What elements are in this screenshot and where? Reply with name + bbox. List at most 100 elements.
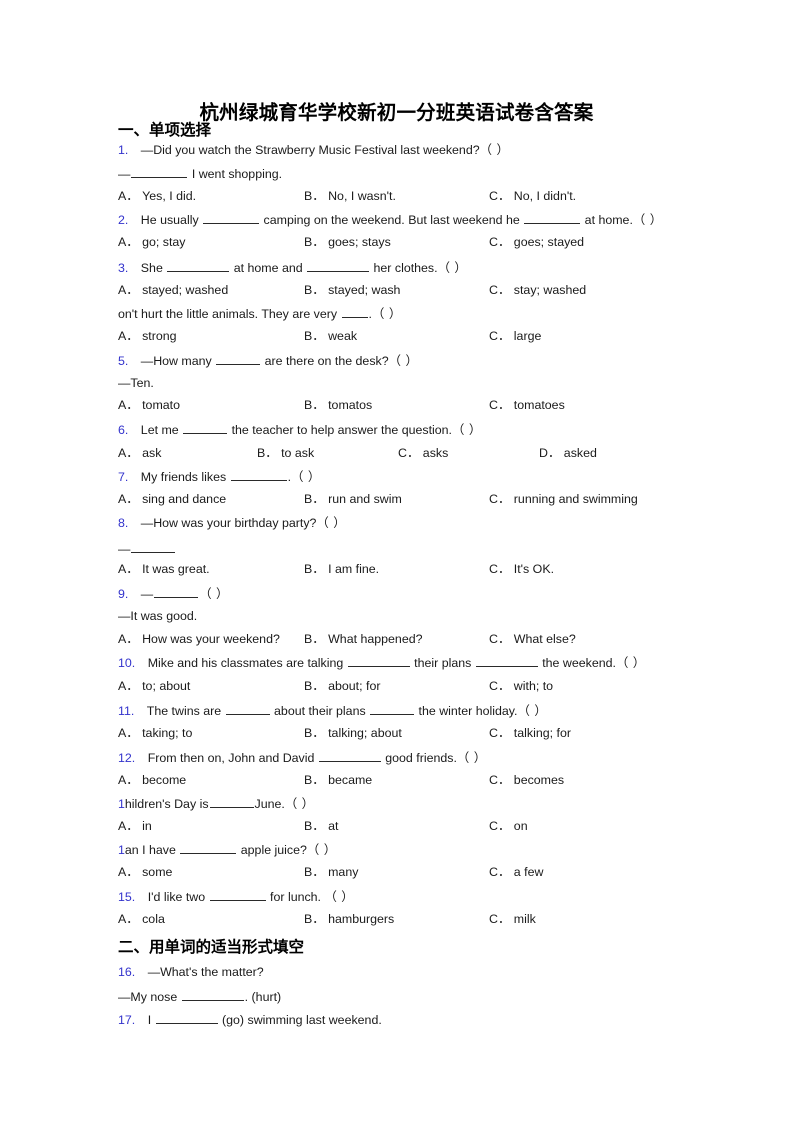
option-8-b[interactable]: B． I am fine.	[304, 562, 379, 576]
question-stem-1-reply: — I went shopping.	[118, 166, 283, 181]
option-1-a[interactable]: A． Yes, I did.	[118, 189, 196, 203]
option-15-a[interactable]: A． cola	[118, 912, 165, 926]
question-number-7: 7.	[118, 470, 129, 484]
question-stem-17: 17. I (go) swimming last weekend.	[118, 1012, 382, 1027]
option-15-b[interactable]: B． hamburgers	[304, 912, 394, 926]
answer-blank	[318, 750, 381, 762]
answer-blank	[181, 989, 244, 1001]
question-stem-4-text: on't hurt the little animals. They are v…	[118, 307, 341, 321]
option-7-a[interactable]: A． sing and dance	[118, 492, 226, 506]
question-stem-16: 16. —What's the matter?	[118, 965, 264, 979]
question-stem-12: 12. From then on, John and David good fr…	[118, 750, 487, 765]
option-6-a[interactable]: A． ask	[118, 446, 161, 460]
question-stem-16-reply: —My nose . (hurt)	[118, 989, 282, 1004]
option-8-c[interactable]: C． It's OK.	[489, 562, 554, 576]
question-stem-5-reply: —Ten.	[118, 376, 154, 390]
question-stem-6: 6. Let me the teacher to help answer the…	[118, 422, 482, 437]
answer-blank	[155, 1012, 218, 1024]
question-stem-11: 11. The twins are about their plans the …	[118, 703, 548, 718]
answer-blank	[524, 212, 581, 224]
option-3-a[interactable]: A． stayed; washed	[118, 283, 228, 297]
question-number-12: 12.	[118, 751, 136, 765]
option-12-c[interactable]: C． becomes	[489, 773, 564, 787]
option-6-c[interactable]: C． asks	[398, 446, 448, 460]
option-10-a[interactable]: A． to; about	[118, 679, 190, 693]
answer-blank	[167, 260, 230, 272]
option-1-b[interactable]: B． No, I wasn't.	[304, 189, 396, 203]
option-14-b[interactable]: B． many	[304, 865, 358, 879]
option-9-b[interactable]: B． What happened?	[304, 632, 423, 646]
answer-blank	[209, 889, 266, 901]
option-13-b[interactable]: B． at	[304, 819, 338, 833]
option-4-a[interactable]: A． strong	[118, 329, 177, 343]
option-9-c[interactable]: C． What else?	[489, 632, 576, 646]
answer-blank	[131, 541, 176, 553]
option-2-b[interactable]: B． goes; stays	[304, 235, 391, 249]
option-2-c[interactable]: C． goes; stayed	[489, 235, 584, 249]
answer-blank	[209, 796, 254, 808]
option-3-c[interactable]: C． stay; washed	[489, 283, 586, 297]
option-15-c[interactable]: C． milk	[489, 912, 536, 926]
option-8-a[interactable]: A． It was great.	[118, 562, 210, 576]
option-7-c[interactable]: C． running and swimming	[489, 492, 638, 506]
option-11-a[interactable]: A． taking; to	[118, 726, 192, 740]
answer-blank	[180, 842, 237, 854]
answer-blank	[475, 655, 538, 667]
option-12-a[interactable]: A． become	[118, 773, 186, 787]
option-10-c[interactable]: C． with; to	[489, 679, 553, 693]
answer-blank	[131, 166, 188, 178]
section-heading-word-forms: 二、用单词的适当形式填空	[118, 939, 305, 956]
question-number-6: 6.	[118, 423, 129, 437]
answer-blank	[347, 655, 410, 667]
option-4-b[interactable]: B． weak	[304, 329, 357, 343]
answer-blank	[154, 586, 199, 598]
option-5-a[interactable]: A． tomato	[118, 398, 180, 412]
option-14-a[interactable]: A． some	[118, 865, 172, 879]
question-stem-8-reply: —	[118, 541, 176, 556]
option-1-c[interactable]: C． No, I didn't.	[489, 189, 576, 203]
question-stem-14: 1an I have apple juice?（ ）	[118, 842, 337, 857]
question-number-10: 10.	[118, 656, 136, 670]
question-stem-8: 8. —How was your birthday party?（ ）	[118, 516, 347, 530]
question-stem-4: on't hurt the little animals. They are v…	[118, 307, 402, 321]
question-stem-5: 5. —How many are there on the desk?（ ）	[118, 353, 419, 368]
option-6-b[interactable]: B． to ask	[257, 446, 314, 460]
question-number-17: 17.	[118, 1013, 136, 1027]
option-7-b[interactable]: B． run and swim	[304, 492, 402, 506]
answer-blank	[216, 353, 261, 365]
option-3-b[interactable]: B． stayed; wash	[304, 283, 400, 297]
question-number-5: 5.	[118, 354, 129, 368]
question-number-1: 1.	[118, 143, 129, 157]
option-5-b[interactable]: B． tomatos	[304, 398, 372, 412]
option-10-b[interactable]: B． about; for	[304, 679, 380, 693]
option-11-c[interactable]: C． talking; for	[489, 726, 571, 740]
option-6-d[interactable]: D． asked	[539, 446, 597, 460]
option-14-c[interactable]: C． a few	[489, 865, 543, 879]
exam-paper-page: 杭州绿城育华学校新初一分班英语试卷含答案 一、单项选择 1. —Did you …	[0, 0, 793, 1122]
option-2-a[interactable]: A． go; stay	[118, 235, 186, 249]
question-stem-1: 1. —Did you watch the Strawberry Music F…	[118, 143, 510, 157]
question-number-11: 11.	[118, 704, 135, 718]
question-stem-3: 3. She at home and her clothes.（ ）	[118, 260, 468, 275]
option-11-b[interactable]: B． talking; about	[304, 726, 402, 740]
section-heading-single-choice: 一、单项选择	[118, 122, 212, 139]
question-stem-2: 2. He usually camping on the weekend. Bu…	[118, 212, 663, 227]
option-13-a[interactable]: A． in	[118, 819, 152, 833]
question-number-15: 15.	[118, 890, 136, 904]
option-4-c[interactable]: C． large	[489, 329, 541, 343]
answer-blank	[183, 422, 228, 434]
option-5-c[interactable]: C． tomatoes	[489, 398, 565, 412]
question-number-8: 8.	[118, 516, 129, 530]
question-number-2: 2.	[118, 213, 129, 227]
option-9-a[interactable]: A． How was your weekend?	[118, 632, 280, 646]
option-12-b[interactable]: B． became	[304, 773, 372, 787]
question-number-16: 16.	[118, 965, 136, 979]
question-stem-14-text: an I have	[124, 843, 180, 857]
question-stem-9-reply: —It was good.	[118, 609, 198, 623]
answer-blank	[225, 703, 270, 715]
option-13-c[interactable]: C． on	[489, 819, 528, 833]
question-stem-15: 15. I'd like two for lunch. （ ）	[118, 889, 355, 904]
question-stem-13-text: hildren's Day is	[124, 797, 209, 811]
question-number-3: 3.	[118, 261, 129, 275]
question-stem-7: 7. My friends likes .（ ）	[118, 470, 321, 484]
